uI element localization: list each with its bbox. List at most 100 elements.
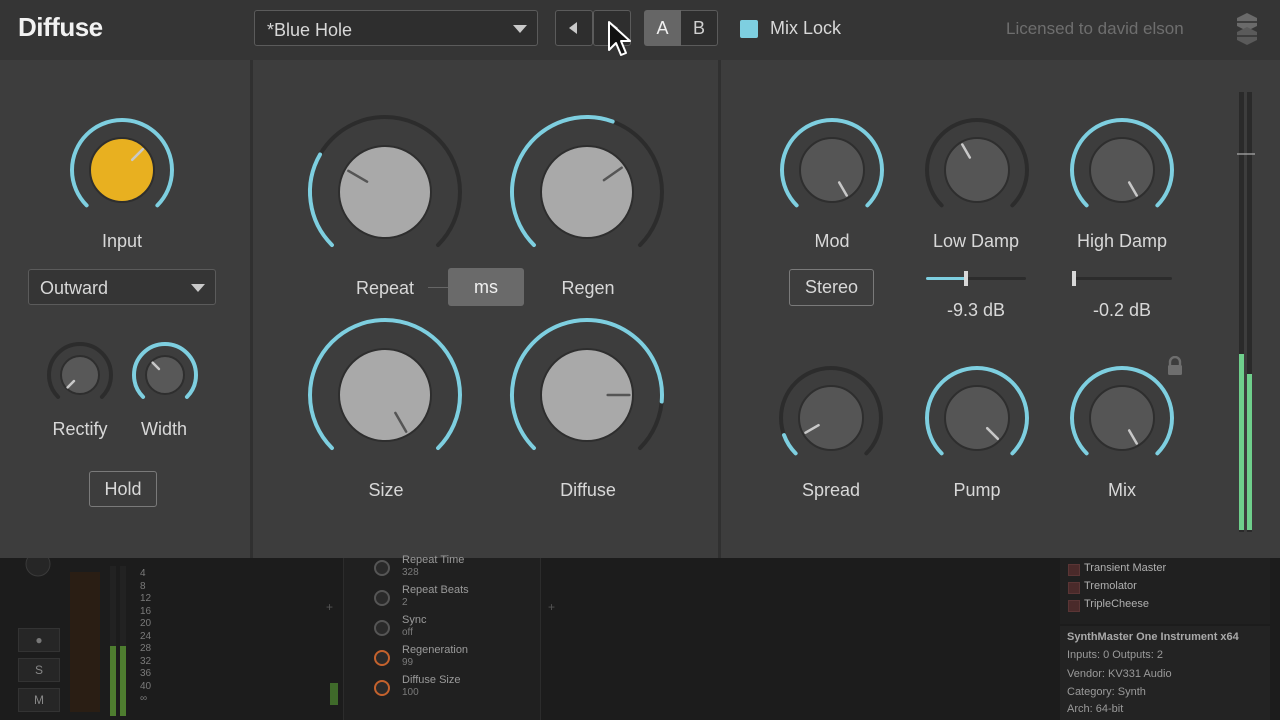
meter-scale-tick: ∞ xyxy=(140,693,148,704)
low-damp-slider[interactable] xyxy=(926,271,1026,286)
param-knob-icon[interactable] xyxy=(374,620,390,636)
param-knob-icon[interactable] xyxy=(374,560,390,576)
a-button[interactable]: A xyxy=(644,10,681,46)
meter-scale-tick: 20 xyxy=(140,618,152,629)
record-arm-button[interactable]: ● xyxy=(18,628,60,652)
ms-connector-line xyxy=(428,287,448,288)
width-knob[interactable] xyxy=(128,338,202,412)
preset-dropdown[interactable]: *Blue Hole xyxy=(254,10,538,46)
diffuse-label: Diffuse xyxy=(560,480,616,500)
meter-scale-tick: 40 xyxy=(140,680,152,692)
preset-name: *Blue Hole xyxy=(267,20,353,40)
mode-value: Outward xyxy=(40,278,109,298)
size-knob[interactable] xyxy=(304,314,466,476)
browser-item[interactable]: Transient Master xyxy=(1084,562,1166,574)
mute-button[interactable]: M xyxy=(18,688,60,712)
track-level-indicator xyxy=(330,683,338,705)
mix-lock-label: Mix Lock xyxy=(770,18,842,38)
info-vendor: Vendor: KV331 Audio xyxy=(1067,668,1172,680)
ab-compare: A B xyxy=(644,10,718,46)
pump-knob[interactable] xyxy=(921,362,1033,474)
hold-button[interactable]: Hold xyxy=(89,471,157,507)
plus-icon[interactable]: + xyxy=(326,600,333,614)
info-io: Inputs: 0 Outputs: 2 xyxy=(1067,649,1164,661)
meter-scale-tick: 8 xyxy=(140,580,146,592)
param-knob-icon[interactable] xyxy=(374,680,390,696)
section-divider xyxy=(718,60,721,558)
param-name: Repeat Beats xyxy=(402,584,469,596)
mix-lock-checkbox[interactable] xyxy=(740,20,758,38)
info-title: SynthMaster One Instrument x64 xyxy=(1067,631,1239,643)
meter-scale-tick: 16 xyxy=(140,605,152,617)
input-knob[interactable] xyxy=(66,114,178,226)
browser-item[interactable]: TripleCheese xyxy=(1084,598,1149,610)
pan-knob-icon[interactable] xyxy=(20,558,56,578)
mode-dropdown[interactable]: Outward xyxy=(28,269,216,305)
mix-label: Mix xyxy=(1108,480,1136,500)
param-knob-icon[interactable] xyxy=(374,650,390,666)
plugin-icon xyxy=(1068,582,1080,594)
plugin-header: Diffuse *Blue Hole A B Mix Lock Licensed… xyxy=(0,0,1280,60)
rectify-knob[interactable] xyxy=(43,338,117,412)
b-button[interactable]: B xyxy=(681,10,718,46)
meter-scale-tick: 24 xyxy=(140,630,152,642)
solo-button[interactable]: S xyxy=(18,658,60,682)
parameter-list: Repeat Time 328 Repeat Beats 2 Sync off Regene… xyxy=(343,554,541,720)
repeat-knob[interactable] xyxy=(304,111,466,273)
plugin-info-panel: SynthMaster One Instrument x64 Inputs: 0… xyxy=(1060,626,1270,720)
ms-toggle-button[interactable]: ms xyxy=(448,268,524,306)
param-value: 99 xyxy=(402,657,414,668)
size-label: Size xyxy=(368,480,404,500)
high-damp-knob[interactable] xyxy=(1066,114,1178,226)
brand-logo-icon xyxy=(1237,13,1257,45)
param-name: Diffuse Size xyxy=(402,674,461,686)
param-name: Sync xyxy=(402,614,427,626)
spread-label: Spread xyxy=(801,480,861,500)
low-damp-label: Low Damp xyxy=(932,231,1020,251)
high-damp-slider-thumb[interactable] xyxy=(1072,271,1076,286)
param-value: 328 xyxy=(402,567,419,578)
low-damp-knob[interactable] xyxy=(921,114,1033,226)
license-text: Licensed to david elson xyxy=(1006,19,1184,38)
high-damp-slider[interactable] xyxy=(1072,271,1172,286)
high-damp-value: -0.2 dB xyxy=(1092,300,1152,320)
channel-meter xyxy=(110,566,126,716)
meter-scale-tick: 36 xyxy=(140,668,152,679)
pump-label: Pump xyxy=(953,480,1001,500)
channel-fader[interactable] xyxy=(70,572,100,712)
arrow-left-icon xyxy=(569,22,577,34)
browser-item[interactable]: Tremolator xyxy=(1084,580,1137,592)
plus-icon[interactable]: + xyxy=(548,600,555,614)
width-label: Width xyxy=(140,419,187,439)
meter-scale-tick: 28 xyxy=(140,643,152,654)
output-level-meter xyxy=(1237,92,1255,532)
regen-knob[interactable] xyxy=(506,111,668,273)
param-value: 2 xyxy=(402,597,408,608)
chevron-down-icon xyxy=(191,284,205,292)
section-divider xyxy=(250,60,253,558)
mouse-cursor-icon xyxy=(608,21,631,56)
repeat-label: Repeat xyxy=(355,278,415,298)
meter-scale-tick: 12 xyxy=(140,593,152,604)
regen-label: Regen xyxy=(561,278,615,298)
host-daw-area: ● S M 4 8 12 16 20 24 28 32 36 40 ∞ + + Repeat Tim… xyxy=(0,554,1280,720)
mix-knob[interactable] xyxy=(1066,362,1178,474)
previous-preset-button[interactable] xyxy=(555,10,593,46)
plugin-browser-list: Transient Master Tremolator TripleCheese xyxy=(1060,558,1270,624)
mod-label: Mod xyxy=(814,231,850,251)
low-damp-slider-thumb[interactable] xyxy=(964,271,968,286)
param-name: Repeat Time xyxy=(402,554,465,566)
stereo-button[interactable]: Stereo xyxy=(789,269,874,306)
low-damp-slider-fill xyxy=(926,277,966,280)
plugin-window: Diffuse *Blue Hole A B Mix Lock Licensed… xyxy=(0,0,1280,558)
lock-icon[interactable] xyxy=(1166,356,1184,376)
diffuse-knob[interactable] xyxy=(506,314,668,476)
high-damp-label: High Damp xyxy=(1076,231,1168,251)
info-category: Category: Synth xyxy=(1067,686,1146,698)
rectify-label: Rectify xyxy=(52,419,108,439)
mod-knob[interactable] xyxy=(776,114,888,226)
meter-scale-tick: 4 xyxy=(140,568,146,579)
param-value: 100 xyxy=(402,687,419,698)
spread-knob[interactable] xyxy=(775,362,887,474)
param-knob-icon[interactable] xyxy=(374,590,390,606)
